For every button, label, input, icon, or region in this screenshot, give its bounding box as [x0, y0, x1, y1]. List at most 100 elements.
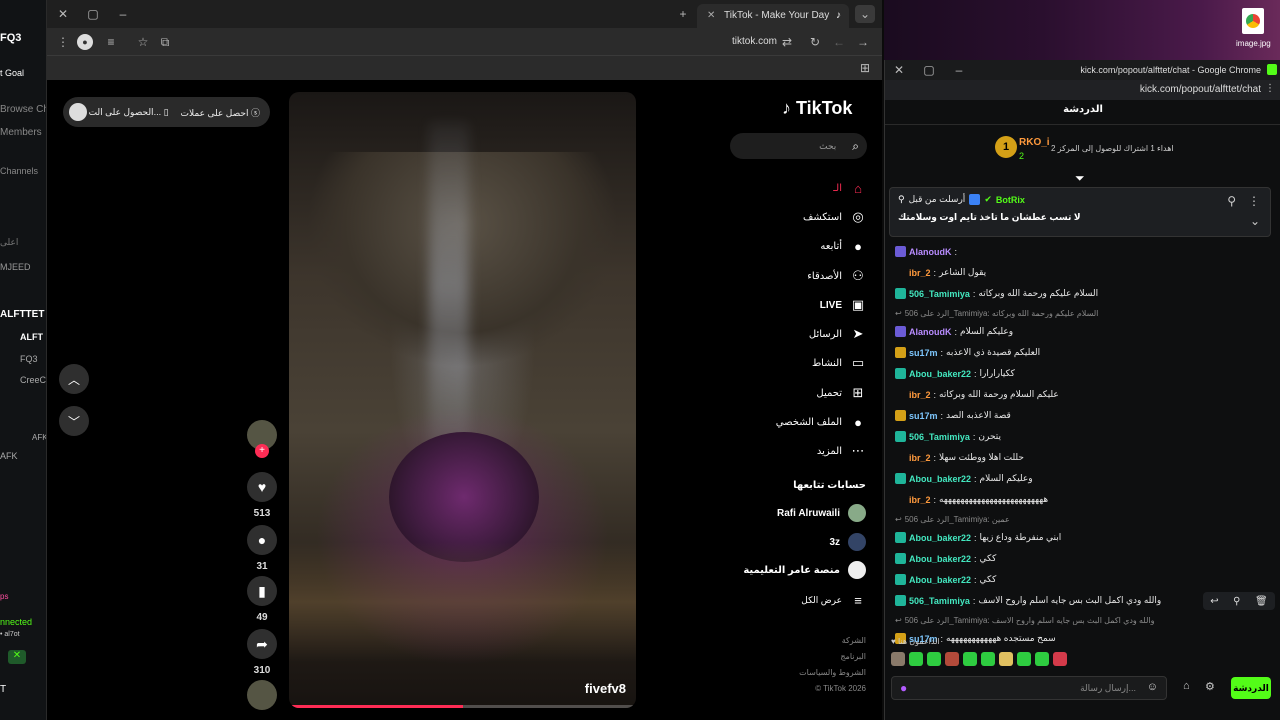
filter-icon[interactable]: ⏷ [1075, 171, 1085, 186]
emote-icon[interactable] [1035, 652, 1049, 666]
close-window-icon[interactable]: ✕ [891, 62, 907, 78]
profile-avatar-icon[interactable]: ● [77, 34, 93, 50]
leader-name[interactable]: RKO_i [1019, 137, 1050, 148]
emote-icon[interactable] [891, 652, 905, 666]
footer-company[interactable]: الشركة [799, 633, 866, 649]
left-strip-text[interactable]: Members [0, 127, 42, 138]
menu-icon[interactable]: ⋮ [1265, 83, 1275, 94]
user-avatar[interactable] [69, 103, 87, 121]
delete-icon[interactable]: 🗑 [1255, 596, 1268, 607]
nav-item[interactable]: تحميل ⊞ [816, 385, 866, 401]
apps-grid-icon[interactable]: ⊞ [857, 60, 873, 76]
more-icon[interactable]: ⋮ [1248, 194, 1260, 208]
following-item[interactable]: Rafi Alruwaili [777, 504, 866, 522]
emoji-icon[interactable]: ☺ [1147, 681, 1158, 693]
search-icon[interactable]: ⌕ [852, 139, 859, 154]
emote-icon[interactable] [1017, 652, 1031, 666]
gift-icon[interactable]: ⌂ [1183, 680, 1190, 692]
tab-tiktok[interactable]: ✕ TikTok - Make Your Day ♪ [697, 4, 849, 28]
close-window-icon[interactable]: ✕ [55, 6, 71, 22]
media-control-icon[interactable]: ≡ [103, 34, 119, 50]
chat-username[interactable]: Abou_baker22 [909, 575, 971, 585]
video-author[interactable]: fivefv8 [585, 681, 626, 696]
new-tab-button[interactable]: + [675, 6, 691, 22]
chat-username[interactable]: 506_Tamimiya [909, 289, 970, 299]
minimize-icon[interactable]: – [951, 62, 967, 78]
creator-avatar[interactable]: + [246, 420, 278, 458]
like-button[interactable]: ♥ 513 [246, 472, 278, 519]
chat-username[interactable]: ibr_2 [909, 495, 931, 505]
chat-username[interactable]: 506_Tamimiya [909, 596, 970, 606]
footer-program[interactable]: البرنامج [799, 649, 866, 665]
emote-icon[interactable] [981, 652, 995, 666]
video-progress-bar[interactable] [289, 705, 636, 708]
chat-username[interactable]: ibr_2 [909, 268, 931, 278]
coins-link[interactable]: الحصول على الت... ▯ [89, 107, 169, 118]
show-all-link[interactable]: عرض الكل ≡ [801, 592, 866, 608]
get-app-link[interactable]: احصل على عملات ⓢ [181, 106, 260, 119]
chat-username[interactable]: ibr_2 [909, 453, 931, 463]
left-strip-text[interactable]: ALFTTET [0, 309, 44, 320]
chevron-down-icon[interactable]: ⌄ [1250, 214, 1260, 228]
site-settings-icon[interactable]: ⇄ [779, 34, 795, 50]
nav-item[interactable]: الأصدقاء ⚇ [807, 268, 866, 284]
connected-icon[interactable]: ✕ [8, 650, 26, 664]
gear-icon[interactable]: ⚙ [1205, 680, 1215, 693]
next-video-button[interactable]: ﹀ [59, 406, 89, 436]
reload-icon[interactable]: ↻ [807, 34, 823, 50]
image-file-icon[interactable] [1242, 8, 1264, 34]
chat-username[interactable]: Abou_baker22 [909, 474, 971, 484]
pin-icon[interactable]: ⚲ [1233, 596, 1240, 607]
chat-username[interactable]: Abou_baker22 [909, 533, 971, 543]
url-text[interactable]: tiktok.com [647, 36, 777, 47]
minimize-icon[interactable]: – [115, 6, 131, 22]
video-player[interactable]: fivefv8 [289, 92, 636, 708]
nav-item[interactable]: المزيد ⋯ [817, 443, 866, 459]
maximize-icon[interactable]: ▢ [921, 62, 937, 78]
chat-username[interactable]: AlanoudK [909, 247, 952, 257]
maximize-icon[interactable]: ▢ [85, 6, 101, 22]
music-avatar[interactable] [246, 680, 278, 710]
nav-item[interactable]: النشاط ▭ [812, 355, 866, 371]
tiktok-logo[interactable]: ♪ TikTok [782, 98, 852, 119]
chat-username[interactable]: AlanoudK [909, 327, 952, 337]
follow-plus-icon[interactable]: + [255, 444, 269, 458]
forward-icon[interactable]: → [855, 34, 871, 50]
chat-username[interactable]: su17m [909, 348, 938, 358]
following-item[interactable]: منصة عامر التعليمية [743, 561, 866, 579]
nav-item[interactable]: الملف الشخصي ● [776, 414, 866, 430]
left-strip-text[interactable]: ALFT [20, 332, 43, 342]
bookmark-star-icon[interactable]: ☆ [135, 34, 151, 50]
left-strip-text[interactable]: FQ3 [20, 354, 38, 364]
emote-icon[interactable] [909, 652, 923, 666]
nav-item[interactable]: LIVE ▣ [820, 297, 866, 313]
chat-username[interactable]: Abou_baker22 [909, 554, 971, 564]
url-text[interactable]: kick.com/popout/alfttet/chat [1140, 84, 1261, 95]
left-strip-text[interactable]: Browse Ch [0, 104, 46, 115]
back-icon[interactable]: ← [831, 34, 847, 50]
menu-icon[interactable]: ⋮ [55, 34, 71, 50]
emote-icon[interactable] [963, 652, 977, 666]
chat-username[interactable]: ibr_2 [909, 390, 931, 400]
unpin-icon[interactable]: ⚲ [1227, 194, 1236, 208]
install-app-icon[interactable]: ⧉ [157, 34, 173, 50]
chat-username[interactable]: 506_Tamimiya [909, 432, 970, 442]
share-button[interactable]: ➦ 310 [246, 629, 278, 676]
nav-item[interactable]: الـ ⌂ [833, 180, 866, 196]
tab-search-icon[interactable]: ⌄ [855, 5, 875, 23]
chat-username[interactable]: su17m [909, 411, 938, 421]
nav-item[interactable]: أتابعه ● [820, 238, 866, 254]
nav-item[interactable]: الرسائل ➤ [809, 326, 866, 342]
footer-terms[interactable]: الشروط والسياسات [799, 665, 866, 681]
close-tab-icon[interactable]: ✕ [707, 10, 715, 21]
save-button[interactable]: ▮ 49 [246, 576, 278, 623]
following-item[interactable]: 3z [829, 533, 866, 551]
left-strip-text[interactable]: Channels [0, 166, 38, 176]
emote-icon[interactable] [1053, 652, 1067, 666]
left-strip-text[interactable]: CreeC [20, 375, 46, 385]
send-button[interactable]: الدردشة [1231, 677, 1271, 699]
comment-button[interactable]: ● 31 [246, 525, 278, 572]
pinned-user[interactable]: BotRix [996, 195, 1025, 205]
previous-video-button[interactable]: ︿ [59, 364, 89, 394]
mic-icon[interactable]: ● [900, 681, 907, 695]
